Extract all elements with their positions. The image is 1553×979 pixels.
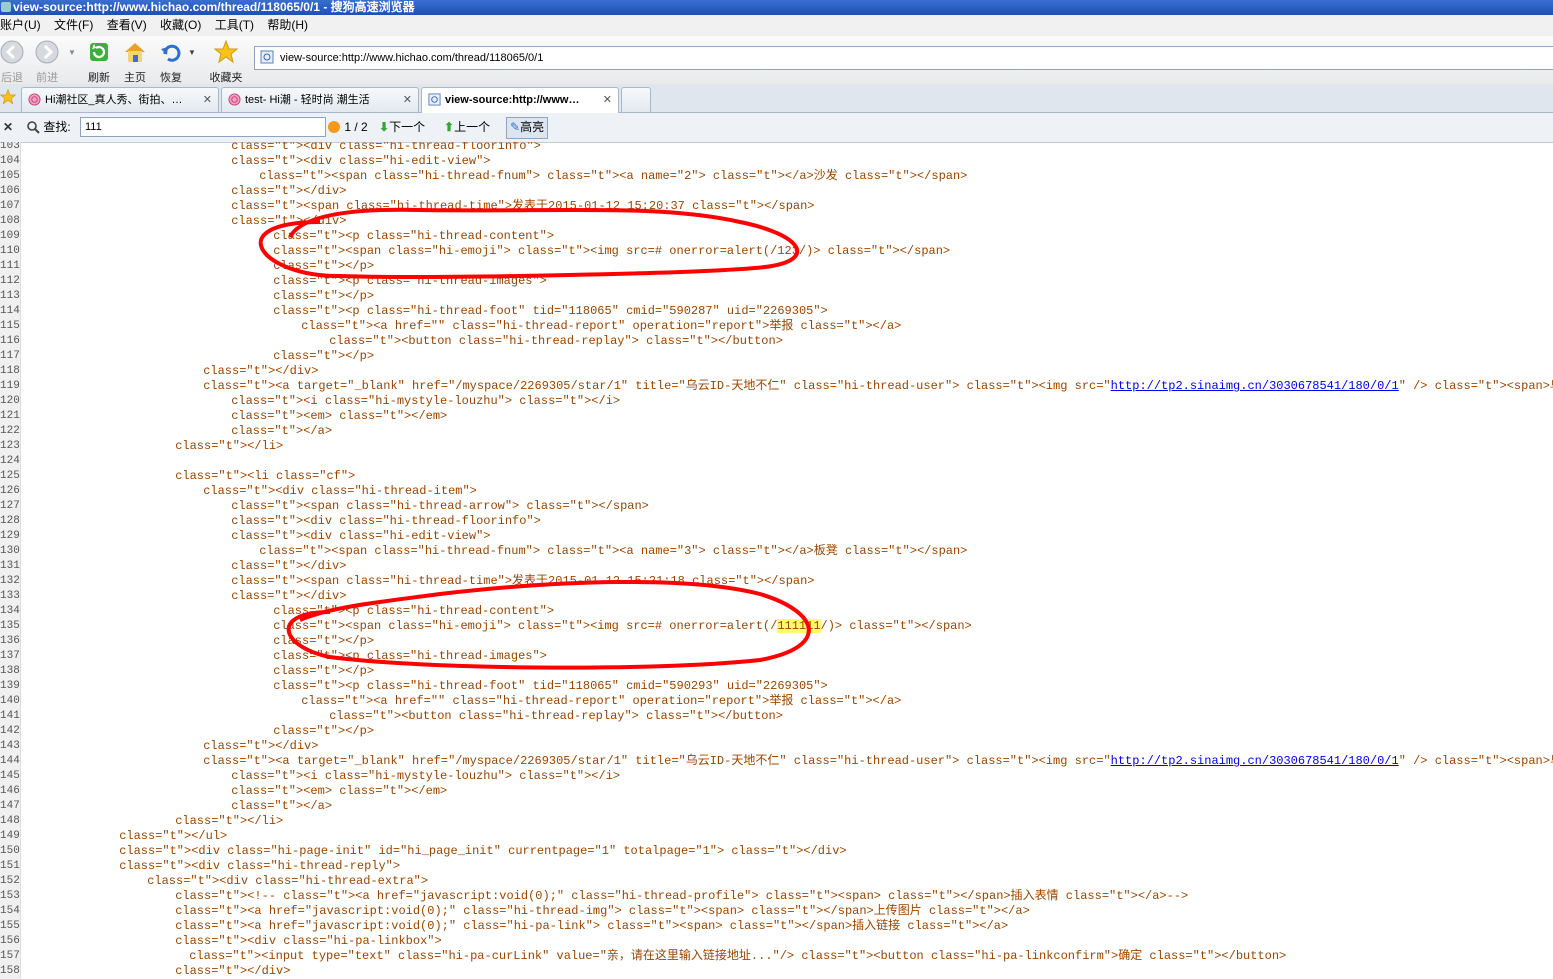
refresh-button[interactable]: 刷新 bbox=[82, 40, 116, 85]
menu-favorites[interactable]: 收藏(O) bbox=[160, 18, 201, 32]
home-icon bbox=[125, 43, 145, 62]
tab-hichao-community[interactable]: Hi潮社区_真人秀、街拍、… ✕ bbox=[21, 87, 219, 112]
refresh-label: 刷新 bbox=[88, 72, 110, 84]
browser-logo-icon bbox=[1, 2, 11, 12]
home-label: 主页 bbox=[124, 72, 146, 84]
tab-view-source[interactable]: view-source:http://www… ✕ bbox=[421, 87, 619, 113]
menu-help[interactable]: 帮助(H) bbox=[267, 18, 308, 32]
back-arrow-icon bbox=[0, 40, 24, 64]
tab-close-icon[interactable]: ✕ bbox=[203, 88, 212, 112]
up-arrow-icon: ⬆ bbox=[444, 120, 455, 134]
tab-label: test- Hi潮 - 轻时尚 潮生活 bbox=[245, 94, 370, 106]
find-prev-button[interactable]: ⬆上一个 bbox=[444, 118, 490, 137]
forward-label: 前进 bbox=[36, 72, 58, 84]
undo-icon bbox=[161, 44, 181, 62]
forward-button[interactable]: 前进 bbox=[30, 40, 64, 85]
window-titlebar: view-source:http://www.hichao.com/thread… bbox=[0, 0, 1553, 15]
window-title: view-source:http://www.hichao.com/thread… bbox=[13, 0, 415, 14]
menu-tools[interactable]: 工具(T) bbox=[215, 18, 254, 32]
match-count-text: 1 / 2 bbox=[344, 120, 368, 134]
close-find-icon[interactable]: ✕ bbox=[3, 118, 13, 137]
find-next-button[interactable]: ⬇下一个 bbox=[379, 118, 425, 137]
find-next-label: 下一个 bbox=[389, 120, 426, 134]
menu-file[interactable]: 文件(F) bbox=[54, 18, 93, 32]
red-circle-annotation bbox=[258, 207, 800, 279]
restore-button[interactable]: 恢复 bbox=[154, 40, 188, 85]
tab-label: Hi潮社区_真人秀、街拍、… bbox=[45, 94, 183, 106]
find-label: 查找: bbox=[43, 120, 71, 134]
favorites-button[interactable]: 收藏夹 bbox=[206, 39, 246, 85]
find-prev-label: 上一个 bbox=[454, 120, 491, 134]
tab-test-hichao[interactable]: test- Hi潮 - 轻时尚 潮生活 ✕ bbox=[221, 87, 419, 112]
pencil-icon: ✎ bbox=[510, 120, 521, 134]
source-view[interactable]: 103 class="t"><div class="hi-thread-floo… bbox=[0, 142, 1553, 979]
find-label-group: 查找: bbox=[26, 118, 71, 137]
address-bar[interactable]: view-source:http://www.hichao.com/thread… bbox=[254, 46, 1553, 70]
highlight-label: 高亮 bbox=[520, 120, 545, 134]
red-annotation-layer bbox=[258, 207, 811, 670]
home-button[interactable]: 主页 bbox=[118, 40, 152, 85]
restore-label: 恢复 bbox=[160, 72, 182, 84]
page-favicon-icon bbox=[428, 93, 441, 106]
nav-toolbar: 后退 前进 ▼ 刷新 主页 恢复 ▼ 收藏夹 view-source:http:… bbox=[0, 36, 1553, 85]
hichao-favicon-icon bbox=[28, 93, 41, 106]
favorites-star-icon[interactable] bbox=[0, 88, 17, 110]
menu-account[interactable]: 账户(U) bbox=[0, 18, 41, 32]
tab-close-icon[interactable]: ✕ bbox=[403, 88, 412, 112]
back-label: 后退 bbox=[1, 72, 23, 84]
history-dropdown-icon[interactable]: ▼ bbox=[68, 48, 76, 57]
search-icon bbox=[27, 121, 40, 134]
match-count: 1 / 2 bbox=[327, 118, 368, 137]
match-indicator-icon bbox=[328, 121, 340, 133]
hichao-favicon-icon bbox=[228, 93, 241, 106]
address-text: view-source:http://www.hichao.com/thread… bbox=[280, 52, 544, 64]
red-circle-annotation bbox=[286, 579, 811, 670]
tab-close-icon[interactable]: ✕ bbox=[603, 88, 612, 112]
menu-view[interactable]: 查看(V) bbox=[107, 18, 147, 32]
find-input[interactable] bbox=[80, 117, 326, 137]
new-tab-button[interactable] bbox=[621, 87, 651, 112]
down-arrow-icon: ⬇ bbox=[379, 120, 390, 134]
find-bar: ✕ 查找: 1 / 2 ⬇下一个 ⬆上一个 ✎高亮 bbox=[0, 113, 1553, 143]
favorites-label: 收藏夹 bbox=[209, 72, 243, 84]
highlight-toggle[interactable]: ✎高亮 bbox=[506, 117, 549, 139]
forward-arrow-icon bbox=[35, 40, 59, 64]
page-icon bbox=[260, 50, 274, 64]
back-button[interactable]: 后退 bbox=[0, 40, 29, 85]
tab-bar: Hi潮社区_真人秀、街拍、… ✕ test- Hi潮 - 轻时尚 潮生活 ✕ v… bbox=[0, 84, 1553, 113]
menu-bar: 账户(U) 文件(F) 查看(V) 收藏(O) 工具(T) 帮助(H) bbox=[0, 15, 1553, 36]
star-icon bbox=[213, 39, 239, 64]
tab-label: view-source:http://www… bbox=[445, 94, 580, 106]
restore-dropdown-icon[interactable]: ▼ bbox=[188, 48, 196, 57]
refresh-icon bbox=[90, 43, 108, 61]
